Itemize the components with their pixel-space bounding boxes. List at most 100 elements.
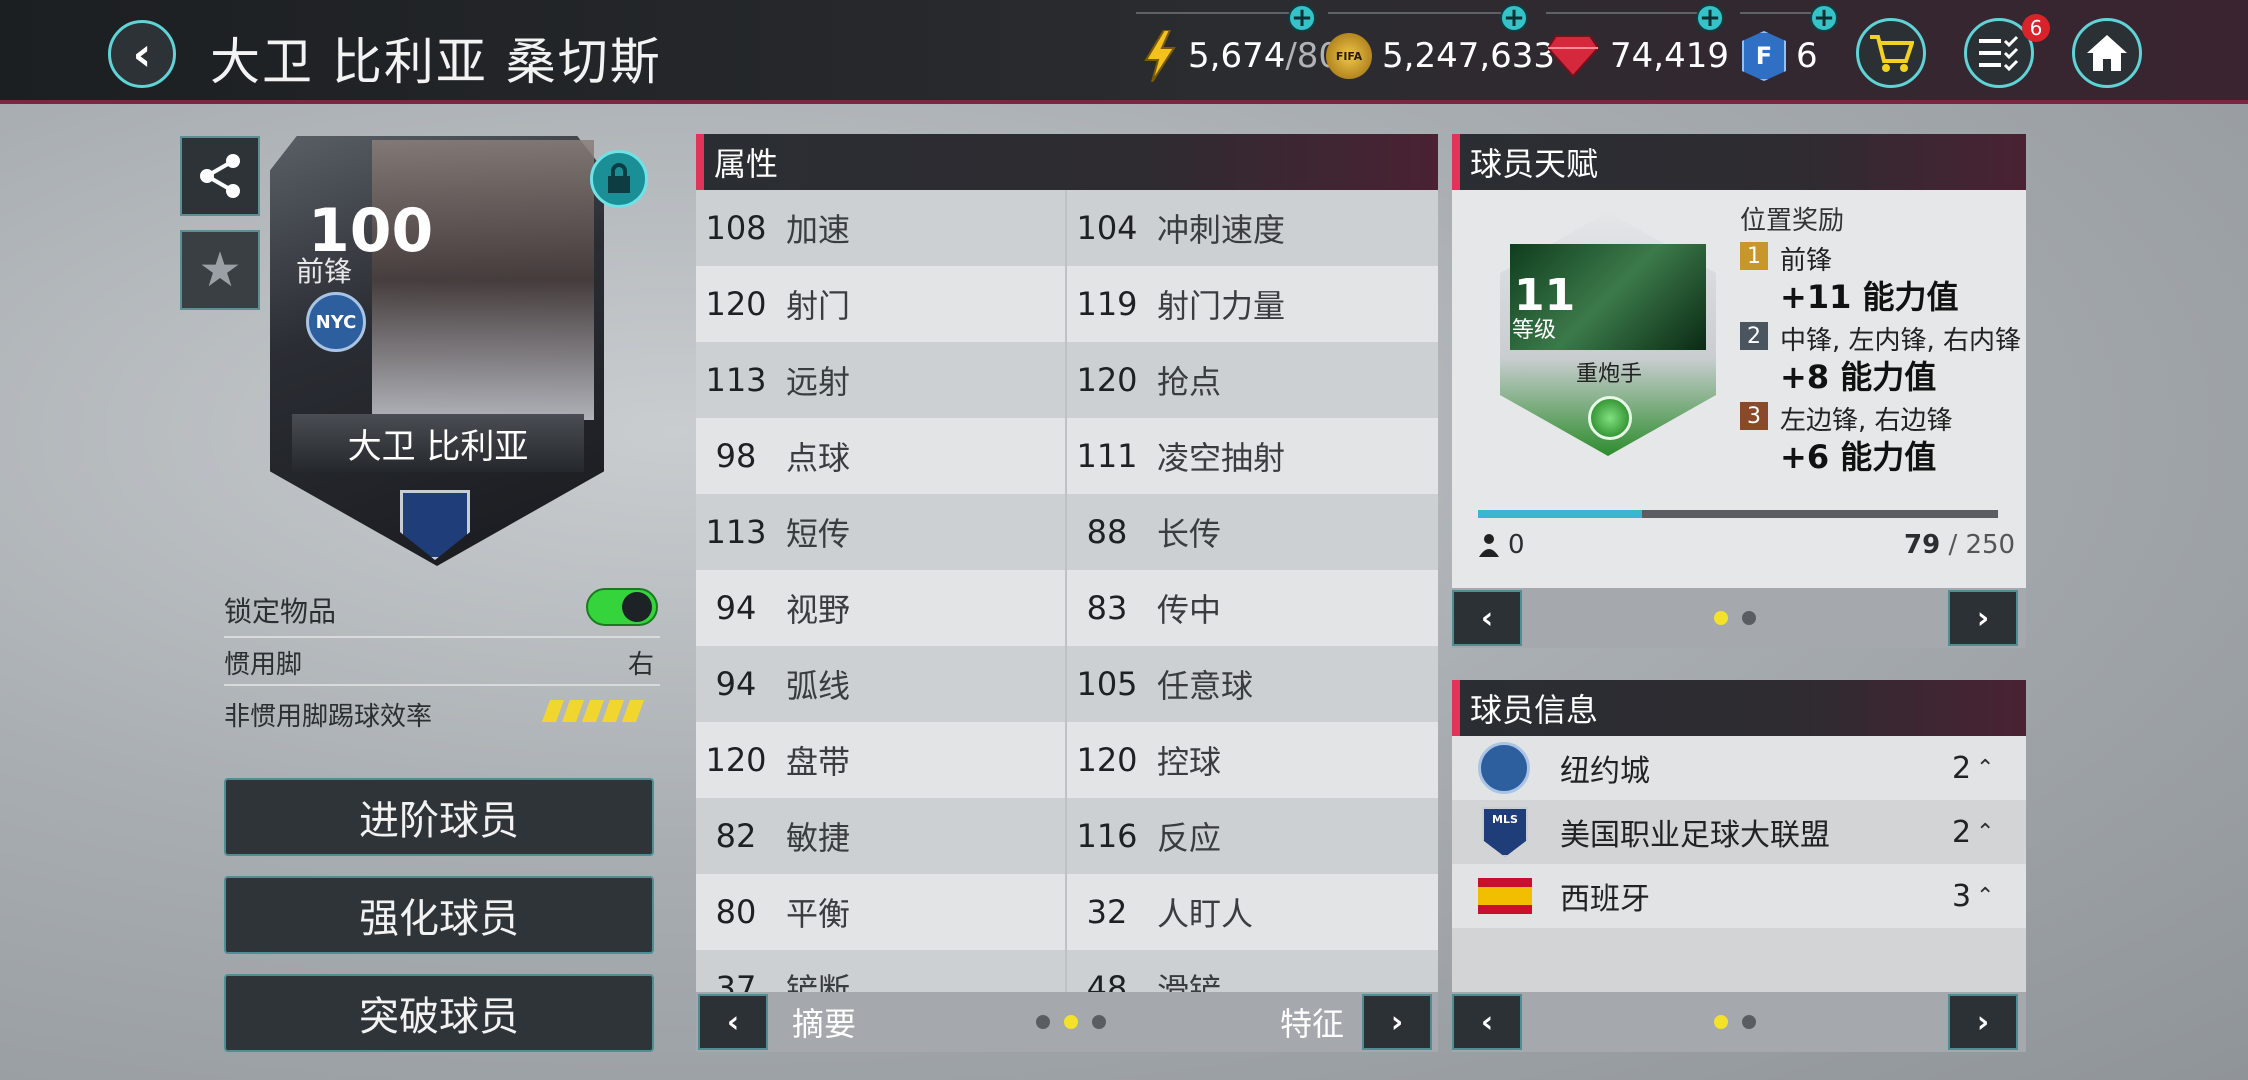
chemistry-icon: ⌃ — [1976, 883, 1995, 909]
info-club-count: 2 — [1952, 750, 1972, 786]
attributes-prev-button[interactable]: ‹ — [698, 994, 768, 1050]
attribute-value: 113 — [705, 361, 767, 399]
attribute-value: 94 — [715, 589, 757, 627]
talent-progress-fill — [1478, 510, 1642, 518]
chemistry-icon: ⌃ — [1976, 755, 1995, 781]
attribute-row: 120 盘带 120 控球 — [696, 722, 1438, 798]
advance-player-button[interactable]: 进阶球员 — [224, 778, 654, 856]
checklist-icon — [1979, 35, 2019, 72]
talent-title: 球员天赋 — [1470, 145, 1599, 183]
share-button[interactable] — [180, 136, 260, 216]
coins-divider — [1328, 12, 1518, 14]
attribute-name: 冲刺速度 — [1157, 211, 1286, 249]
club-badge-icon — [1478, 742, 1530, 794]
attribute-name: 敏捷 — [786, 819, 851, 857]
info-title: 球员信息 — [1470, 691, 1599, 729]
bonus-value: +8 能力值 — [1780, 358, 1937, 396]
fifa-coin-icon: FIFA — [1326, 33, 1372, 79]
info-row-nation[interactable]: 西班牙 3 ⌃ — [1452, 864, 2026, 928]
info-league-count: 2 — [1952, 814, 1972, 850]
attribute-name: 抢点 — [1157, 363, 1222, 401]
info-row-league[interactable]: MLS 美国职业足球大联盟 2 ⌃ — [1452, 800, 2026, 864]
attribute-row: 108 加速 104 冲刺速度 — [696, 190, 1438, 266]
attribute-row: 94 视野 83 传中 — [696, 570, 1438, 646]
back-button[interactable]: ‹ — [108, 20, 176, 88]
attribute-value: 48 — [1086, 969, 1128, 992]
traits-tab[interactable]: 特征 — [1280, 999, 1344, 1045]
attribute-value: 88 — [1086, 513, 1128, 551]
page-indicator — [1714, 1015, 1756, 1029]
info-header: 球员信息 — [1452, 680, 2026, 736]
talent-next-button[interactable]: › — [1948, 590, 2018, 646]
attributes-next-button[interactable]: › — [1362, 994, 1433, 1050]
enhance-player-button[interactable]: 强化球员 — [224, 876, 654, 954]
lock-item-label: 锁定物品 — [224, 595, 337, 628]
attributes-footer: ‹ 摘要 特征 › — [696, 992, 1438, 1052]
fifa-points-icon: F — [1742, 31, 1786, 81]
preferred-foot-value: 右 — [628, 650, 655, 680]
attribute-row: 80 平衡 32 人盯人 — [696, 874, 1438, 950]
lightning-icon — [1144, 30, 1176, 82]
weak-foot-bar — [621, 700, 645, 722]
info-row-club[interactable]: 纽约城 2 ⌃ — [1452, 736, 2026, 800]
summary-tab[interactable]: 摘要 — [792, 999, 856, 1045]
player-photo — [372, 140, 594, 420]
info-nation-count: 3 — [1952, 878, 1972, 914]
info-prev-button[interactable]: ‹ — [1452, 994, 1522, 1050]
attribute-row: 82 敏捷 116 反应 — [696, 798, 1438, 874]
bonus-rank-badge: 2 — [1740, 322, 1768, 350]
gem-icon — [1546, 35, 1600, 78]
attribute-name: 滑铲 — [1157, 971, 1222, 992]
favorite-button[interactable]: ★ — [180, 230, 260, 310]
energy-value: 5,674 — [1188, 36, 1286, 76]
card-player-name: 大卫 比利亚 — [292, 414, 584, 472]
breakthrough-player-button[interactable]: 突破球员 — [224, 974, 654, 1052]
attribute-name: 射门力量 — [1157, 287, 1286, 325]
attribute-row: 113 短传 88 长传 — [696, 494, 1438, 570]
attribute-value: 83 — [1086, 589, 1128, 627]
bonus-rank-badge: 1 — [1740, 242, 1768, 270]
chevron-left-icon: ‹ — [1480, 600, 1494, 636]
info-next-button[interactable]: › — [1948, 994, 2018, 1050]
chevron-left-icon: ‹ — [726, 1004, 740, 1040]
bonus-rank-badge: 3 — [1740, 402, 1768, 430]
attribute-row: 113 远射 120 抢点 — [696, 342, 1438, 418]
chevron-right-icon: › — [1390, 1004, 1404, 1040]
attribute-name: 加速 — [786, 211, 851, 249]
attribute-value: 32 — [1086, 893, 1128, 931]
attribute-name: 远射 — [786, 363, 851, 401]
page-indicator — [1036, 1015, 1107, 1029]
home-icon — [2087, 35, 2127, 71]
attribute-value: 119 — [1076, 285, 1138, 323]
attribute-value: 104 — [1076, 209, 1138, 247]
page-title: 大卫 比利亚 桑切斯 — [210, 33, 662, 91]
talent-points-value: 0 — [1508, 530, 1525, 560]
divider — [224, 684, 660, 686]
skill-gem-icon — [1588, 396, 1632, 440]
talent-header: 球员天赋 — [1452, 134, 2026, 190]
page-dot — [1036, 1015, 1051, 1029]
chevron-right-icon: › — [1976, 1004, 1990, 1040]
weak-foot-bar — [601, 700, 625, 722]
talent-prev-button[interactable]: ‹ — [1452, 590, 1522, 646]
energy-counter: 5,674/80 — [1142, 26, 1340, 86]
lock-icon — [590, 150, 648, 208]
chevron-left-icon: ‹ — [1480, 1004, 1494, 1040]
fifa-points-value: 6 — [1796, 36, 1818, 76]
attribute-value: 120 — [705, 741, 767, 779]
energy-divider — [1136, 12, 1298, 14]
weak-foot-label: 非惯用脚踢球效率 — [224, 702, 433, 732]
attribute-name: 传中 — [1157, 591, 1222, 629]
page-dot — [1742, 611, 1756, 625]
info-league-name: 美国职业足球大联盟 — [1560, 818, 1830, 853]
attributes-title: 属性 — [714, 145, 779, 183]
home-button[interactable] — [2072, 18, 2142, 88]
attribute-value: 120 — [1076, 741, 1138, 779]
attribute-row: 98 点球 111 凌空抽射 — [696, 418, 1438, 494]
store-button[interactable] — [1856, 18, 1926, 88]
attributes-table[interactable]: 108 加速 104 冲刺速度 120 射门 119 射门力量 113 远射 120 抢点 … — [696, 190, 1438, 992]
chemistry-icon: ⌃ — [1976, 819, 1995, 845]
page-dot — [1092, 1015, 1107, 1029]
page-dot-active — [1064, 1015, 1079, 1029]
attribute-value: 113 — [705, 513, 767, 551]
